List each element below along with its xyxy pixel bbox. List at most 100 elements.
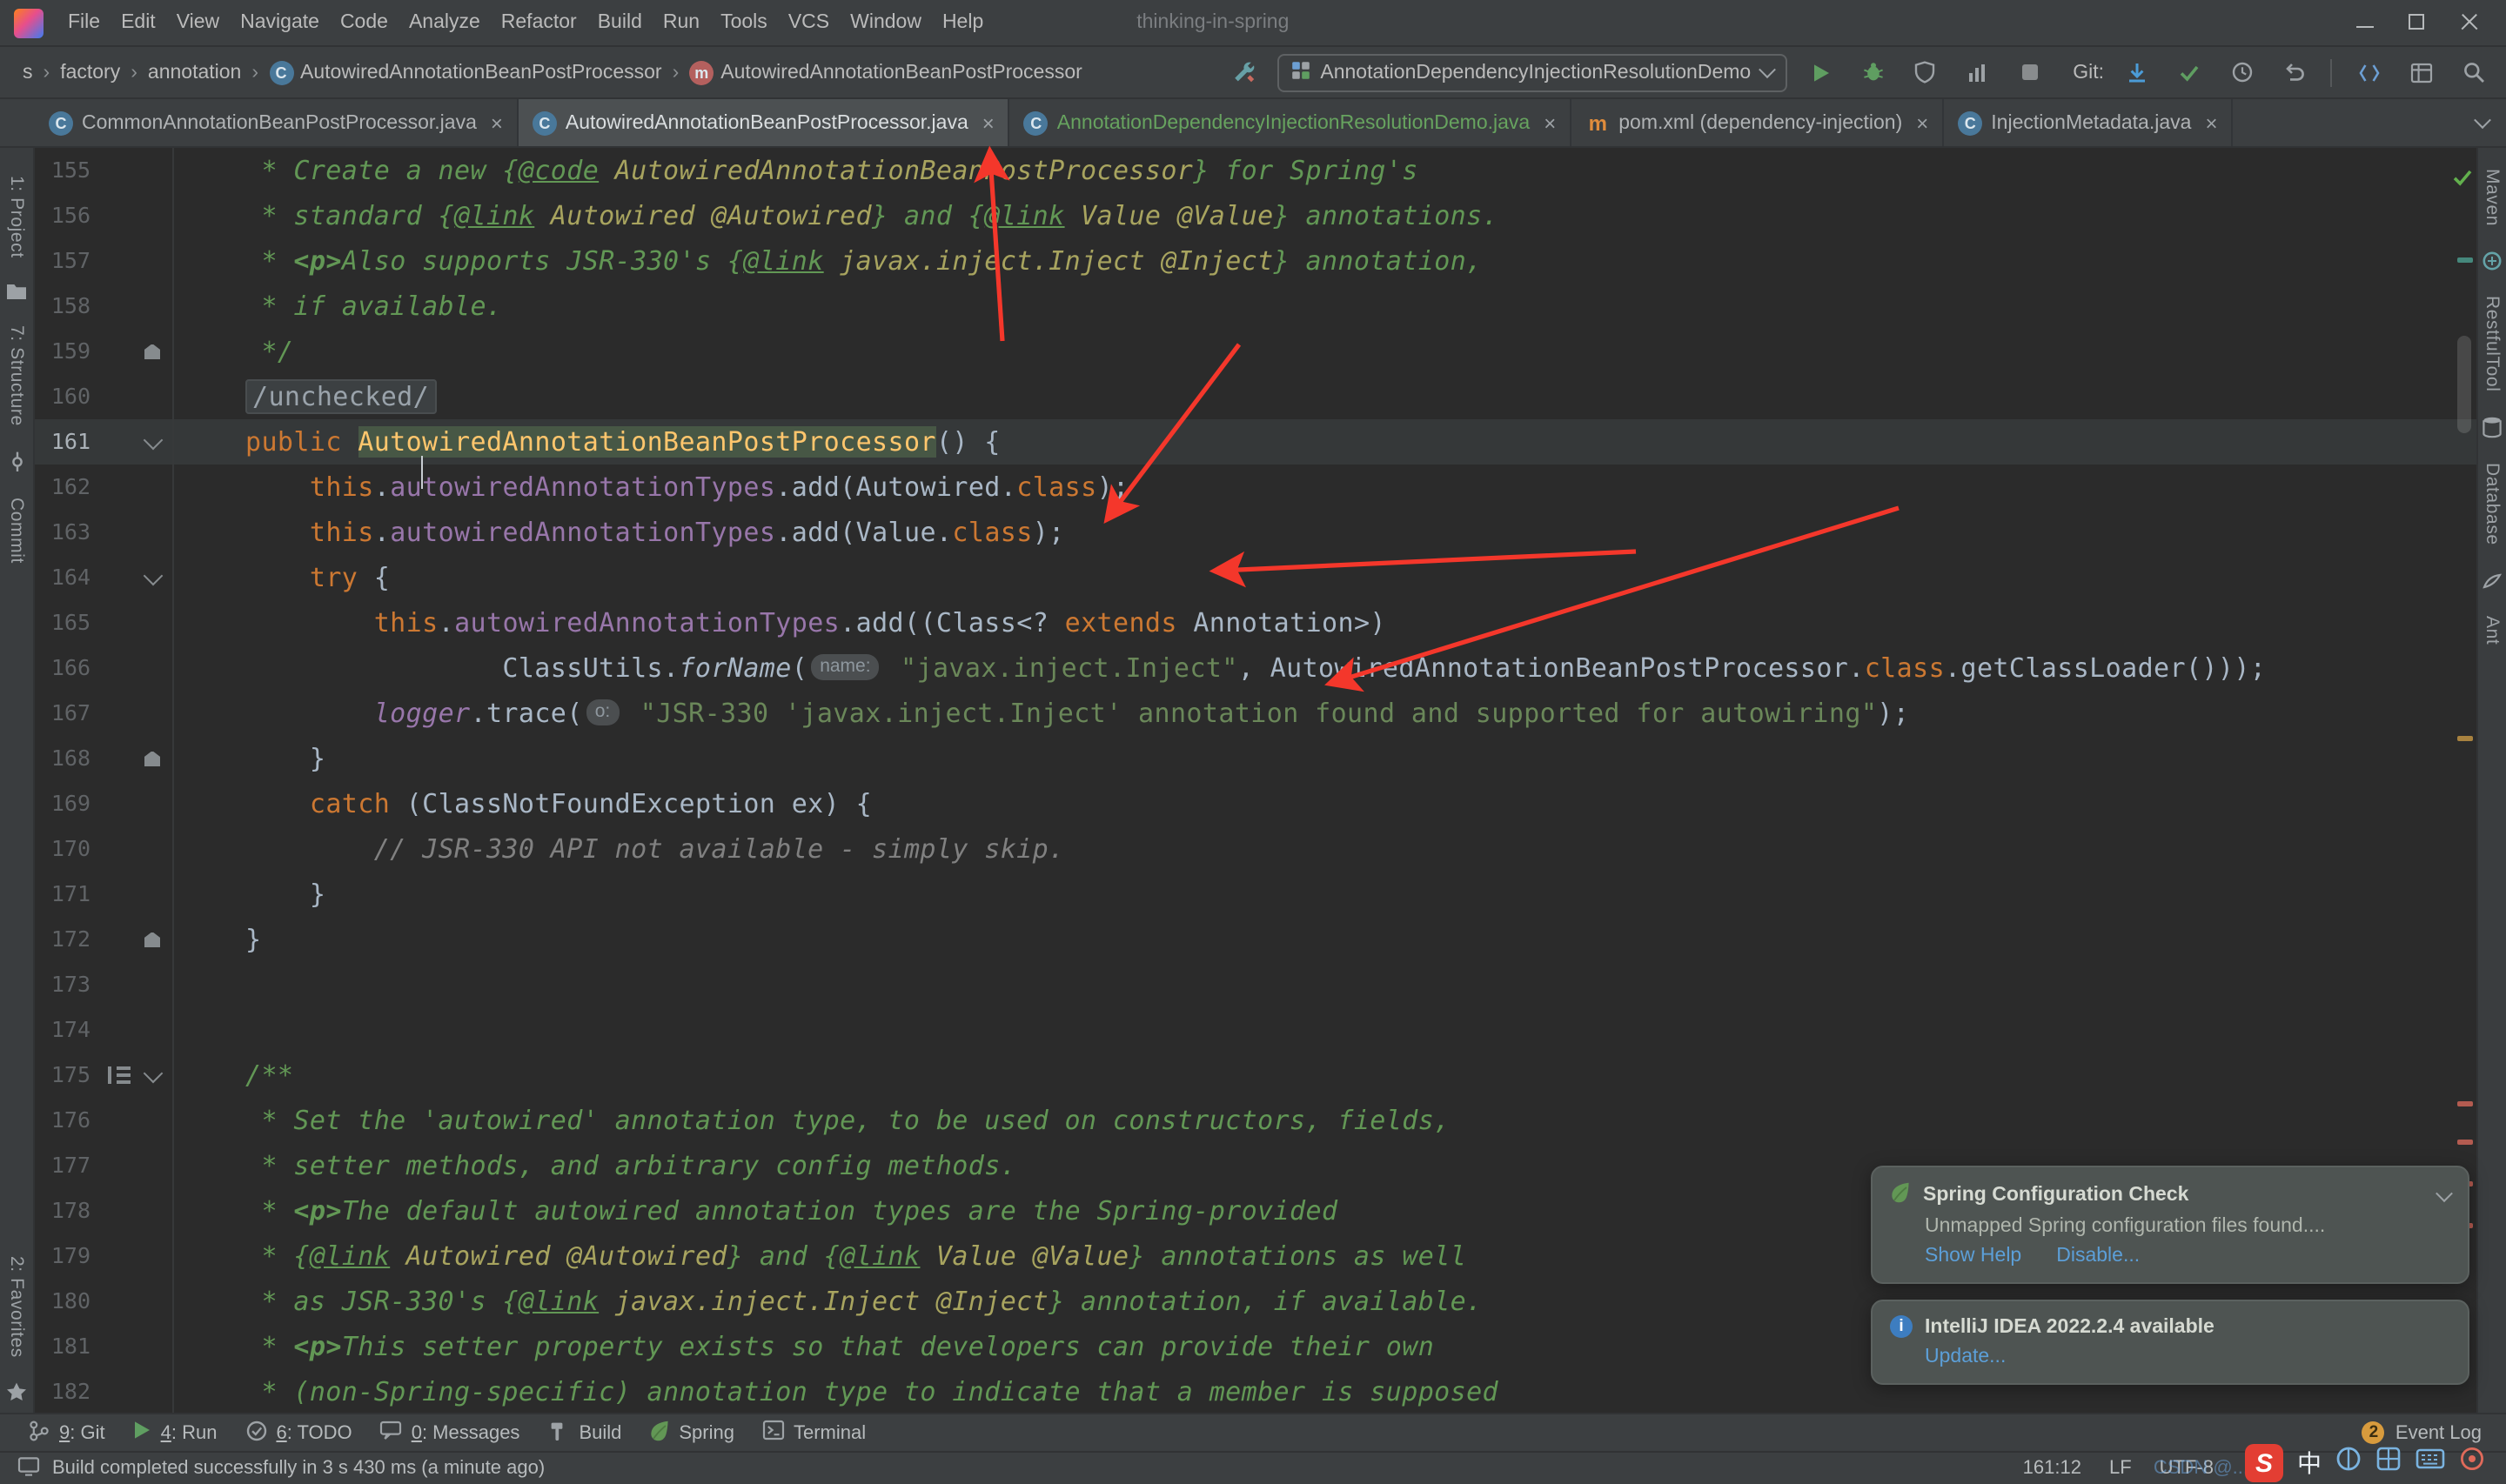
line-number[interactable]: 163	[35, 510, 90, 555]
chevron-down-icon[interactable]	[2436, 1184, 2453, 1202]
line-number[interactable]: 175	[35, 1053, 90, 1098]
run-button[interactable]	[1801, 53, 1839, 91]
tool-window-switcher-icon[interactable]	[17, 1455, 40, 1481]
ime-keyboard-icon[interactable]	[2416, 1447, 2445, 1479]
code-line-162[interactable]: 162 this.autowiredAnnotationTypes.add(Au…	[35, 465, 2476, 510]
breadcrumb-item[interactable]: s	[17, 62, 38, 83]
event-log-button[interactable]: 2 Event Log	[2352, 1421, 2492, 1444]
line-number[interactable]: 166	[35, 645, 90, 691]
layout-icon[interactable]	[2402, 53, 2440, 91]
notification-link[interactable]: Show Help	[1925, 1246, 2021, 1267]
inspections-ok-icon[interactable]	[2452, 155, 2473, 200]
tool-window-messages[interactable]: 0: Messages	[366, 1414, 534, 1452]
debug-button[interactable]	[1853, 53, 1892, 91]
line-number[interactable]: 157	[35, 238, 90, 284]
line-number[interactable]: 168	[35, 736, 90, 781]
stop-button[interactable]	[2010, 53, 2048, 91]
code-line-174[interactable]: 174	[35, 1007, 2476, 1053]
hidden-tabs-chevron-icon[interactable]	[2474, 111, 2491, 130]
database-icon[interactable]	[2482, 417, 2503, 439]
close-button[interactable]	[2443, 3, 2496, 42]
menu-navigate[interactable]: Navigate	[230, 11, 330, 32]
line-number[interactable]: 159	[35, 329, 90, 374]
search-everywhere-button[interactable]	[2454, 53, 2492, 91]
ime-logo-icon[interactable]: S	[2245, 1444, 2283, 1482]
fold-end-icon[interactable]	[144, 344, 160, 359]
line-number[interactable]: 164	[35, 555, 90, 600]
diff-icon[interactable]	[2349, 53, 2388, 91]
line-number[interactable]: 170	[35, 826, 90, 872]
line-number[interactable]: 171	[35, 872, 90, 917]
code-line-164[interactable]: 164 try {	[35, 555, 2476, 600]
status-message[interactable]: Build completed successfully in 3 s 430 …	[52, 1458, 545, 1479]
code-line-165[interactable]: 165 this.autowiredAnnotationTypes.add((C…	[35, 600, 2476, 645]
menu-run[interactable]: Run	[653, 11, 710, 32]
line-number[interactable]: 155	[35, 148, 90, 193]
tab-close-icon[interactable]: ×	[1544, 112, 1556, 133]
menu-window[interactable]: Window	[840, 11, 932, 32]
star-icon[interactable]	[5, 1381, 28, 1402]
editor-tab[interactable]: C InjectionMetadata.java ×	[1944, 99, 2234, 146]
breadcrumb-item[interactable]: annotation	[143, 62, 246, 83]
commit-icon[interactable]	[6, 451, 27, 473]
menu-build[interactable]: Build	[587, 11, 653, 32]
code-line-172[interactable]: 172}	[35, 917, 2476, 962]
line-number[interactable]: 178	[35, 1188, 90, 1233]
ime-toolbox-icon[interactable]	[2459, 1446, 2485, 1481]
line-separator[interactable]: LF	[2109, 1458, 2132, 1479]
tool-window-button[interactable]: Maven	[2482, 155, 2503, 240]
tool-window-button[interactable]: 7: Structure	[6, 312, 27, 441]
notification[interactable]: Spring Configuration Check Unmapped Sprin…	[1871, 1166, 2469, 1284]
line-number[interactable]: 161	[35, 419, 90, 465]
tool-window-button[interactable]: 1: Project	[6, 162, 27, 272]
menu-analyze[interactable]: Analyze	[399, 11, 491, 32]
code-line-166[interactable]: 166 ClassUtils.forName(name: "javax.inje…	[35, 645, 2476, 691]
line-number[interactable]: 182	[35, 1369, 90, 1413]
editor-tab[interactable]: m pom.xml (dependency-injection) ×	[1571, 99, 1945, 146]
fold-end-icon[interactable]	[144, 932, 160, 947]
tab-close-icon[interactable]: ×	[2205, 112, 2217, 133]
code-line-160[interactable]: 160/unchecked/	[35, 374, 2476, 419]
menu-vcs[interactable]: VCS	[778, 11, 840, 32]
breadcrumb-item[interactable]: C AutowiredAnnotationBeanPostProcessor	[264, 60, 667, 84]
tool-window-git[interactable]: 9: Git	[14, 1414, 119, 1452]
line-number[interactable]: 181	[35, 1324, 90, 1369]
line-number[interactable]: 177	[35, 1143, 90, 1188]
commit-button[interactable]	[2170, 53, 2208, 91]
tool-window-button[interactable]: Database	[2482, 450, 2503, 560]
tab-close-icon[interactable]: ×	[982, 112, 995, 133]
code-line-161[interactable]: 161 public AutowiredAnnotationBeanPostPro…	[35, 419, 2476, 470]
tool-window-terminal[interactable]: Terminal	[748, 1414, 880, 1452]
fold-end-icon[interactable]	[144, 751, 160, 766]
line-number[interactable]: 174	[35, 1007, 90, 1053]
line-number[interactable]: 165	[35, 600, 90, 645]
code-line-157[interactable]: 157 * <p>Also supports JSR-330's {@link …	[35, 238, 2476, 284]
line-number[interactable]: 180	[35, 1279, 90, 1324]
folded-region[interactable]: /unchecked/	[245, 379, 437, 414]
history-button[interactable]	[2222, 53, 2261, 91]
maximize-button[interactable]	[2391, 3, 2443, 42]
fold-collapse-icon[interactable]	[143, 565, 164, 585]
code-line-175[interactable]: 175/**	[35, 1053, 2476, 1098]
update-project-button[interactable]	[2118, 53, 2156, 91]
minimize-button[interactable]	[2339, 3, 2391, 42]
ime-grid-icon[interactable]	[2375, 1446, 2402, 1481]
ime-mode-indicator[interactable]: 中	[2297, 1446, 2322, 1481]
folder-icon[interactable]	[5, 283, 28, 302]
run-configuration-select[interactable]: AnnotationDependencyInjectionResolutionD…	[1276, 53, 1788, 91]
code-line-155[interactable]: 155 * Create a new {@code AutowiredAnnot…	[35, 148, 2476, 193]
restful-icon[interactable]	[2482, 251, 2503, 271]
line-number[interactable]: 156	[35, 193, 90, 238]
coverage-button[interactable]	[1906, 53, 1944, 91]
notification[interactable]: IntelliJ IDEA 2022.2.4 available Update..…	[1871, 1300, 2469, 1385]
editor-tab[interactable]: C AnnotationDependencyInjectionResolution…	[1010, 99, 1572, 146]
code-line-169[interactable]: 169 catch (ClassNotFoundException ex) {	[35, 781, 2476, 826]
line-number[interactable]: 176	[35, 1098, 90, 1143]
tab-close-icon[interactable]: ×	[491, 112, 503, 133]
tool-window-button[interactable]: RestfulTool	[2482, 282, 2503, 406]
code-line-171[interactable]: 171 }	[35, 872, 2476, 917]
tool-window-build[interactable]: Build	[533, 1414, 635, 1452]
notification-link[interactable]: Update...	[1925, 1347, 2006, 1367]
menu-view[interactable]: View	[166, 11, 230, 32]
profiler-button[interactable]	[1958, 53, 1996, 91]
